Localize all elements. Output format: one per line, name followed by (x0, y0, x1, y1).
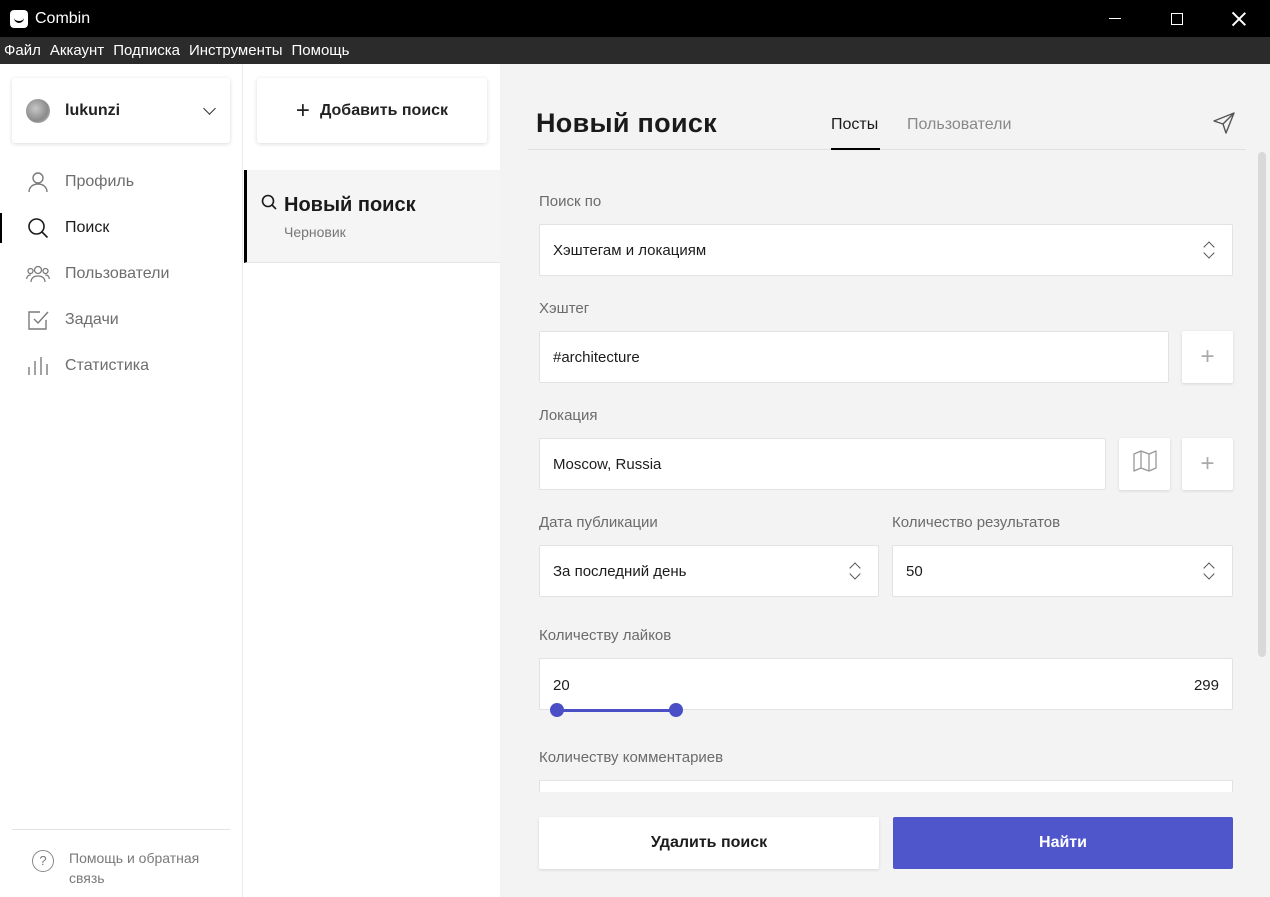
menu-tools[interactable]: Инструменты (189, 42, 283, 59)
close-icon (1232, 12, 1246, 26)
likes-min-value: 20 (553, 677, 570, 694)
location-value: Moscow, Russia (553, 455, 662, 473)
sidebar-item-search[interactable]: Поиск (0, 205, 243, 251)
search-icon (261, 194, 277, 215)
account-name: lukunzi (65, 101, 121, 119)
delete-search-label: Удалить поиск (650, 834, 768, 851)
hashtag-label: Хэштег (539, 300, 590, 317)
add-search-label: Добавить поиск (319, 101, 449, 119)
page-title: Новый поиск (536, 108, 717, 138)
scrollbar[interactable] (1258, 152, 1266, 657)
menu-subscription[interactable]: Подписка (113, 42, 180, 59)
sidebar-item-label: Пользователи (65, 265, 170, 282)
delete-search-button[interactable]: Удалить поиск (539, 817, 879, 869)
account-switcher[interactable]: lukunzi (12, 78, 230, 143)
search-by-select[interactable]: Хэштегам и локациям (539, 224, 1233, 276)
find-button[interactable]: Найти (893, 817, 1233, 869)
date-value: За последний день (553, 562, 687, 580)
search-item-title: Новый поиск (284, 194, 416, 216)
window-controls (1084, 0, 1270, 37)
select-arrows-icon (1202, 241, 1216, 261)
add-search-button[interactable]: + Добавить поиск (257, 78, 487, 143)
date-select[interactable]: За последний день (539, 545, 879, 597)
main-panel: Новый поиск Посты Пользователи Поиск по … (500, 64, 1270, 897)
close-button[interactable] (1208, 0, 1270, 37)
sidebar-nav: Профиль Поиск Пользователи Задачи Статис… (0, 159, 243, 389)
chevron-down-icon (203, 102, 216, 115)
menu-help[interactable]: Помощь (292, 42, 350, 59)
maximize-icon (1171, 12, 1183, 25)
map-icon (1132, 449, 1157, 479)
add-location-button[interactable]: + (1182, 438, 1233, 490)
minimize-button[interactable] (1084, 0, 1146, 37)
maximize-button[interactable] (1146, 0, 1208, 37)
sidebar-item-label: Задачи (65, 311, 119, 328)
sidebar: lukunzi Профиль Поиск Пользователи Задач… (0, 64, 243, 897)
sidebar-item-users[interactable]: Пользователи (0, 251, 243, 297)
title-bar: Combin (0, 0, 1270, 37)
sidebar-item-label: Поиск (65, 219, 110, 236)
date-label: Дата публикации (539, 514, 658, 531)
add-hashtag-button[interactable]: + (1182, 331, 1233, 383)
likes-range-slider[interactable]: 20 299 (539, 658, 1233, 717)
slider-handle-min[interactable] (550, 703, 564, 717)
find-label: Найти (1039, 834, 1087, 851)
tab-users[interactable]: Пользователи (907, 116, 1011, 134)
comments-range-slider[interactable] (539, 780, 1233, 792)
plus-icon: + (295, 96, 310, 124)
menu-account[interactable]: Аккаунт (50, 42, 104, 59)
avatar (26, 98, 50, 123)
search-list-item[interactable]: Новый поиск Черновик (244, 170, 500, 263)
main-header: Новый поиск Посты Пользователи (528, 64, 1246, 150)
tasks-icon (26, 308, 50, 332)
likes-label: Количеству лайков (539, 627, 672, 644)
likes-max-value: 299 (1193, 677, 1219, 694)
slider-handle-max[interactable] (669, 703, 683, 717)
search-by-label: Поиск по (539, 193, 602, 210)
map-button[interactable] (1119, 438, 1170, 490)
comments-label: Количеству комментариев (539, 749, 724, 766)
slider-track (557, 709, 677, 712)
results-label: Количество результатов (892, 514, 1061, 531)
results-select[interactable]: 50 (892, 545, 1233, 597)
menu-file[interactable]: Файл (4, 42, 41, 59)
results-value: 50 (906, 562, 923, 580)
help-label: Помощь и обратная связь (69, 850, 200, 886)
location-input[interactable]: Moscow, Russia (539, 438, 1106, 490)
window-title: Combin (35, 9, 91, 27)
location-label: Локация (539, 407, 598, 424)
user-icon (26, 170, 50, 194)
searches-list-panel: + Добавить поиск Новый поиск Черновик (244, 64, 500, 897)
select-arrows-icon (848, 562, 862, 582)
menu-bar: Файл Аккаунт Подписка Инструменты Помощь (0, 37, 1270, 64)
tab-posts[interactable]: Посты (831, 116, 881, 150)
help-feedback-link[interactable]: ? Помощь и обратная связь (12, 829, 230, 888)
hashtag-value: #architecture (553, 348, 640, 366)
hashtag-input[interactable]: #architecture (539, 331, 1169, 383)
search-icon (26, 216, 50, 240)
plus-icon: + (1200, 343, 1215, 370)
stats-icon (26, 354, 50, 378)
sidebar-item-label: Профиль (65, 173, 135, 190)
select-arrows-icon (1202, 562, 1216, 582)
plus-icon: + (1200, 450, 1215, 477)
sidebar-item-stats[interactable]: Статистика (0, 343, 243, 389)
sidebar-item-profile[interactable]: Профиль (0, 159, 243, 205)
users-icon (26, 262, 50, 286)
search-item-status: Черновик (284, 224, 346, 240)
send-icon[interactable] (1212, 111, 1236, 140)
help-icon: ? (32, 850, 54, 872)
minimize-icon (1109, 18, 1121, 19)
sidebar-item-label: Статистика (65, 357, 150, 374)
app-logo-icon (10, 9, 28, 28)
sidebar-item-tasks[interactable]: Задачи (0, 297, 243, 343)
search-by-value: Хэштегам и локациям (553, 241, 707, 259)
